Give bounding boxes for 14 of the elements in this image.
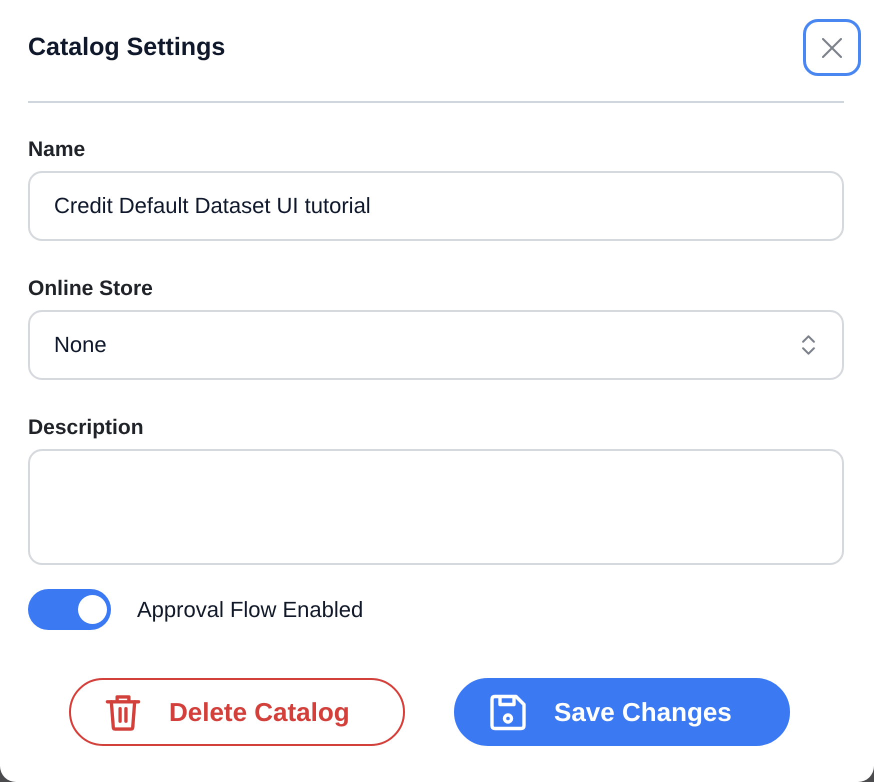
up-down-chevron-icon: [802, 334, 815, 356]
dialog-title: Catalog Settings: [28, 33, 226, 62]
name-input-field[interactable]: Credit Default Dataset UI tutorial: [28, 171, 844, 241]
delete-button[interactable]: Delete Catalog: [69, 678, 405, 746]
online-store-select[interactable]: None: [28, 310, 844, 380]
field-label: Description: [28, 416, 144, 440]
close-button[interactable]: [803, 19, 861, 76]
field-label: Online Store: [28, 277, 153, 301]
toggle-switch[interactable]: [28, 589, 111, 630]
trash-icon: [105, 694, 141, 730]
close-icon: [822, 38, 842, 58]
save-button[interactable]: Save Changes: [454, 678, 790, 746]
toggle-label: Approval Flow Enabled: [137, 596, 364, 622]
field-label: Name: [28, 138, 86, 162]
